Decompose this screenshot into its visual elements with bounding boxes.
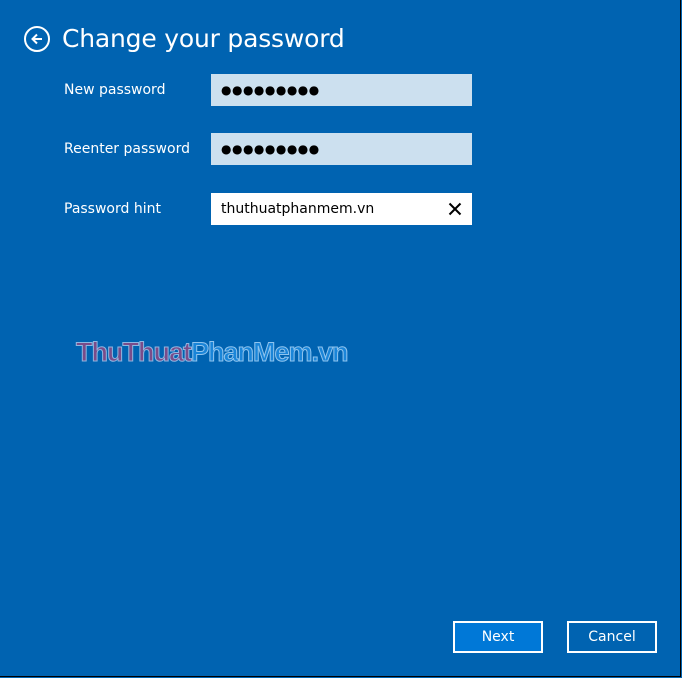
password-hint-label: Password hint: [64, 201, 161, 217]
new-password-row: New password ●●●●●●●●●: [64, 74, 472, 106]
new-password-label: New password: [64, 82, 166, 98]
clear-hint-button[interactable]: [448, 202, 462, 216]
reenter-password-input[interactable]: ●●●●●●●●●: [211, 133, 472, 165]
next-button[interactable]: Next: [453, 621, 543, 653]
new-password-value: ●●●●●●●●●: [221, 83, 320, 97]
watermark-part2: PhanMem.vn: [190, 337, 349, 368]
password-hint-value: thuthuatphanmem.vn: [221, 201, 375, 217]
new-password-input[interactable]: ●●●●●●●●●: [211, 74, 472, 106]
reenter-password-row: Reenter password ●●●●●●●●●: [64, 133, 472, 165]
reenter-password-value: ●●●●●●●●●: [221, 142, 320, 156]
reenter-password-label: Reenter password: [64, 141, 190, 157]
cancel-button[interactable]: Cancel: [567, 621, 657, 653]
password-hint-input[interactable]: thuthuatphanmem.vn: [211, 193, 472, 225]
password-hint-row: Password hint thuthuatphanmem.vn: [64, 193, 472, 225]
header: Change your password: [24, 24, 345, 53]
back-button[interactable]: [24, 25, 50, 52]
close-icon: [448, 202, 462, 216]
back-arrow-icon: [31, 33, 42, 44]
watermark-logo: ThuThuatPhanMem.vn: [76, 337, 350, 368]
watermark-part1: ThuThuat: [76, 337, 193, 368]
page-title: Change your password: [62, 24, 345, 53]
